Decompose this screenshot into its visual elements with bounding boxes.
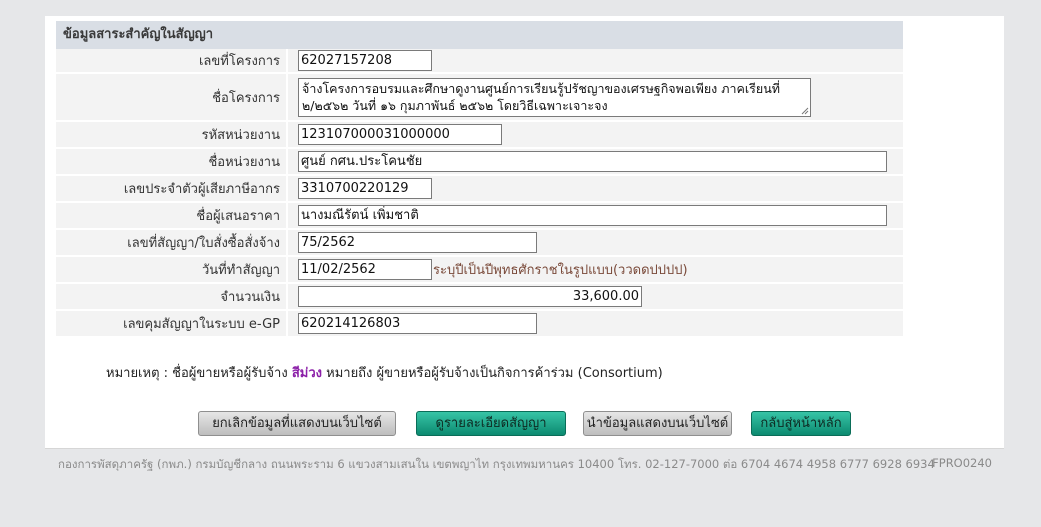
amount-field[interactable]: 33,600.00 (298, 286, 642, 307)
row-amount: จำนวนเงิน 33,600.00 (56, 284, 903, 311)
contract-form: เลขที่โครงการ 62027157208 ชื่อโครงการ จ้… (56, 49, 903, 338)
contract-no-field[interactable]: 75/2562 (298, 232, 537, 253)
agency-code-field[interactable]: 123107000031000000 (298, 124, 502, 145)
contract-date-label: วันที่ทำสัญญา (56, 257, 288, 284)
agency-name-field[interactable]: ศูนย์ กศน.ประโคนชัย (298, 151, 887, 172)
taxpayer-id-label: เลขประจำตัวผู้เสียภาษีอากร (56, 176, 288, 203)
amount-label: จำนวนเงิน (56, 284, 288, 311)
view-details-button[interactable]: ดูรายละเอียดสัญญา (416, 411, 566, 436)
project-name-line1: จ้างโครงการอบรมและศึกษาดูงานศูนย์การเรีย… (302, 80, 780, 96)
taxpayer-id-field[interactable]: 3310700220129 (298, 178, 432, 199)
resize-grip-icon[interactable] (800, 106, 809, 115)
agency-name-label: ชื่อหน่วยงาน (56, 149, 288, 176)
row-project-no: เลขที่โครงการ 62027157208 (56, 49, 903, 74)
project-no-field[interactable]: 62027157208 (298, 50, 432, 71)
row-taxpayer-id: เลขประจำตัวผู้เสียภาษีอากร 3310700220129 (56, 176, 903, 203)
row-agency-code: รหัสหน่วยงาน 123107000031000000 (56, 122, 903, 149)
project-name-label: ชื่อโครงการ (56, 74, 288, 122)
section-title: ข้อมูลสาระสำคัญในสัญญา (56, 21, 903, 49)
bidder-name-field[interactable]: นางมณีรัตน์ เพิ่มชาติ (298, 205, 887, 226)
cancel-display-button[interactable]: ยกเลิกข้อมูลที่แสดงบนเว็บไซต์ (198, 411, 396, 436)
contract-no-label: เลขที่สัญญา/ใบสั่งซื้อสั่งจ้าง (56, 230, 288, 257)
page-code: FPRO0240 (932, 456, 992, 470)
back-home-button[interactable]: กลับสู่หน้าหลัก (751, 411, 851, 436)
row-egp-control: เลขคุมสัญญาในระบบ e-GP 620214126803 (56, 311, 903, 338)
bidder-name-label: ชื่อผู้เสนอราคา (56, 203, 288, 230)
note-suffix: หมายถึง ผู้ขายหรือผู้รับจ้างเป็นกิจการค้… (326, 366, 663, 381)
note-prefix: หมายเหตุ : ชื่อผู้ขายหรือผู้รับจ้าง (106, 366, 288, 381)
row-project-name: ชื่อโครงการ จ้างโครงการอบรมและศึกษาดูงาน… (56, 74, 903, 122)
footer: กองการพัสดุภาครัฐ (กพภ.) กรมบัญชีกลาง ถน… (58, 456, 992, 474)
project-name-textarea[interactable]: จ้างโครงการอบรมและศึกษาดูงานศูนย์การเรีย… (298, 77, 811, 117)
project-name-line2: ๒/๒๕๖๒ วันที่ ๑๖ กุมภาพันธ์ ๒๕๖๒ โดยวิธี… (302, 97, 608, 113)
footer-address: กองการพัสดุภาครัฐ (กพภ.) กรมบัญชีกลาง ถน… (58, 457, 935, 471)
row-agency-name: ชื่อหน่วยงาน ศูนย์ กศน.ประโคนชัย (56, 149, 903, 176)
consortium-note: หมายเหตุ : ชื่อผู้ขายหรือผู้รับจ้าง สีม่… (106, 362, 663, 383)
row-bidder-name: ชื่อผู้เสนอราคา นางมณีรัตน์ เพิ่มชาติ (56, 203, 903, 230)
display-on-web-button[interactable]: นำข้อมูลแสดงบนเว็บไซต์ (583, 411, 732, 436)
row-contract-no: เลขที่สัญญา/ใบสั่งซื้อสั่งจ้าง 75/2562 (56, 230, 903, 257)
egp-control-label: เลขคุมสัญญาในระบบ e-GP (56, 311, 288, 338)
row-contract-date: วันที่ทำสัญญา 11/02/2562 ระบุปีเป็นปีพุทธ… (56, 257, 903, 284)
project-no-label: เลขที่โครงการ (56, 49, 288, 74)
note-highlight: สีม่วง (291, 366, 322, 381)
contract-date-field[interactable]: 11/02/2562 (298, 259, 432, 280)
date-format-hint: ระบุปีเป็นปีพุทธศักราชในรูปแบบ(ววดดปปปป) (433, 263, 688, 278)
egp-control-field[interactable]: 620214126803 (298, 313, 537, 334)
agency-code-label: รหัสหน่วยงาน (56, 122, 288, 149)
